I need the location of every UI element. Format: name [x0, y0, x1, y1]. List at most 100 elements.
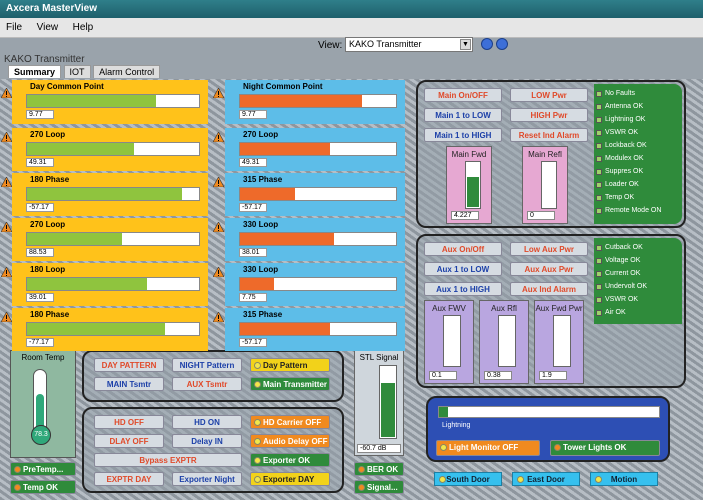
exporter-night-button[interactable]: Exporter Night	[172, 472, 242, 486]
day-point-1: 180 Phase -57.17	[12, 173, 208, 216]
hd-on-button[interactable]: HD ON	[172, 415, 242, 429]
main-status-label: Suppres OK	[605, 168, 644, 175]
status-led-icon	[596, 258, 602, 264]
section-title: KAKO Transmitter	[4, 54, 85, 65]
exporter-day-status: Exporter DAY	[250, 472, 330, 486]
day-point-4: 180 Phase -77.17	[12, 308, 208, 351]
indicator-icon	[595, 476, 602, 483]
aux-meter-scale	[553, 315, 571, 367]
menu-file[interactable]: File	[0, 18, 28, 37]
aux-control-button-0[interactable]: Aux On/Off	[424, 242, 502, 256]
indicator-icon	[254, 381, 261, 388]
aux-status-item: Current OK	[594, 268, 640, 280]
audio-delay-label: Audio Delay OFF	[263, 437, 328, 446]
night-point-4: 315 Phase -57.17	[225, 308, 405, 351]
hd-off-button[interactable]: HD OFF	[94, 415, 164, 429]
forward-icon[interactable]	[496, 38, 508, 50]
motion-button[interactable]: Motion	[590, 472, 658, 486]
aux-status-item: Air OK	[594, 307, 626, 319]
main-fwd-meter: Main Fwd 4.227	[446, 146, 492, 224]
aux-meter-title: Aux Fwd Pwr	[535, 304, 583, 313]
day-point-value: -57.17	[26, 203, 54, 212]
warning-icon	[0, 87, 13, 99]
main-control-button-5[interactable]: Reset Ind Alarm	[510, 128, 588, 142]
day-point-bar	[26, 187, 200, 201]
aux-status-label: Air OK	[605, 309, 626, 316]
signal-status: Signal...	[354, 480, 404, 494]
main-transmitter-panel: Main Fwd 4.227 Main Refl 0 No Faults Ante…	[416, 80, 686, 228]
back-icon[interactable]	[481, 38, 493, 50]
indicator-icon	[254, 362, 261, 369]
aux-control-button-2[interactable]: Aux 1 to HIGH	[424, 282, 502, 296]
main-fwd-title: Main Fwd	[451, 150, 487, 159]
night-point-0: 270 Loop 49.31	[225, 128, 405, 171]
night-point-label: 270 Loop	[243, 130, 279, 139]
delay-off-button[interactable]: DLAY OFF	[94, 434, 164, 448]
tab-alarm-control[interactable]: Alarm Control	[93, 65, 161, 78]
day-pattern-button[interactable]: DAY PATTERN	[94, 358, 164, 372]
east-door-button[interactable]: East Door	[512, 472, 580, 486]
main-control-button-1[interactable]: Main 1 to LOW	[424, 108, 502, 122]
aux-control-button-3[interactable]: Low Aux Pwr	[510, 242, 588, 256]
warning-icon	[212, 311, 225, 323]
menu-help[interactable]: Help	[67, 18, 100, 37]
main-refl-meter: Main Refl 0	[522, 146, 568, 224]
status-led-icon	[596, 271, 602, 277]
bypass-exporter-button[interactable]: Bypass EXPTR	[94, 453, 242, 467]
day-point-value: -77.17	[26, 338, 54, 347]
hd-carrier-status: HD Carrier OFF	[250, 415, 330, 429]
temp-ok-button[interactable]: Temp OK	[10, 480, 76, 494]
aux-status-label: Cutback OK	[605, 244, 643, 251]
chevron-down-icon[interactable]: ▼	[460, 39, 471, 50]
status-led-icon	[596, 310, 602, 316]
view-select[interactable]: KAKO Transmitter ▼	[345, 37, 473, 52]
delay-in-button[interactable]: Delay IN	[172, 434, 242, 448]
night-point-value: -57.17	[239, 203, 267, 212]
day-point-bar	[26, 322, 200, 336]
aux-meter-value: 1.9	[539, 371, 567, 380]
exporter-day-button[interactable]: EXPTR DAY	[94, 472, 164, 486]
main-control-button-2[interactable]: Main 1 to HIGH	[424, 128, 502, 142]
main-control-button-4[interactable]: HIGH Pwr	[510, 108, 588, 122]
main-status-item: Loader OK	[594, 179, 639, 191]
tab-iot[interactable]: IOT	[63, 65, 91, 78]
stl-signal-value: -60.7 dB	[357, 444, 401, 453]
main-control-button-0[interactable]: Main On/OFF	[424, 88, 502, 102]
aux-control-button-1[interactable]: Aux 1 to LOW	[424, 262, 502, 276]
main-status-label: No Faults	[605, 90, 635, 97]
south-door-button[interactable]: South Door	[434, 472, 502, 486]
pretemp-button[interactable]: PreTemp...	[10, 462, 76, 476]
aux-meter-1: Aux Rfl 0.38	[479, 300, 529, 384]
aux-control-button-4[interactable]: Aux Aux Pwr	[510, 262, 588, 276]
main-status-label: Modulex OK	[605, 155, 644, 162]
day-point-value: 49.31	[26, 158, 54, 167]
day-common-value: 9.77	[26, 110, 54, 119]
night-point-bar	[239, 142, 397, 156]
main-status-item: Remote Mode ON	[594, 205, 661, 217]
aux-meter-value: 0.38	[484, 371, 512, 380]
night-point-2: 330 Loop 38.01	[225, 218, 405, 261]
main-control-button-3[interactable]: LOW Pwr	[510, 88, 588, 102]
main-status-item: VSWR OK	[594, 127, 638, 139]
status-led-icon	[596, 130, 602, 136]
room-temp-label: Room Temp	[21, 353, 65, 362]
night-point-value: -57.17	[239, 338, 267, 347]
status-led-icon	[596, 143, 602, 149]
night-point-bar	[239, 322, 397, 336]
day-point-bar	[26, 142, 200, 156]
night-pattern-button[interactable]: NIGHT Pattern	[172, 358, 242, 372]
warning-icon	[14, 484, 21, 491]
room-temp-value: 78.3	[31, 425, 51, 445]
aux-status-item: Voltage OK	[594, 255, 640, 267]
aux-xmtr-button[interactable]: AUX Tsmtr	[172, 377, 242, 391]
main-status-label: Antenna OK	[605, 103, 644, 110]
warning-icon	[212, 131, 225, 143]
menu-view[interactable]: View	[31, 18, 65, 37]
east-door-label: East Door	[527, 475, 565, 484]
main-status-item: Lockback OK	[594, 140, 647, 152]
main-xmtr-button[interactable]: MAIN Tsmtr	[94, 377, 164, 391]
indicator-icon	[254, 476, 261, 483]
aux-control-button-5[interactable]: Aux Ind Alarm	[510, 282, 588, 296]
menu-bar: File View Help	[0, 18, 703, 38]
tab-summary[interactable]: Summary	[8, 65, 62, 78]
